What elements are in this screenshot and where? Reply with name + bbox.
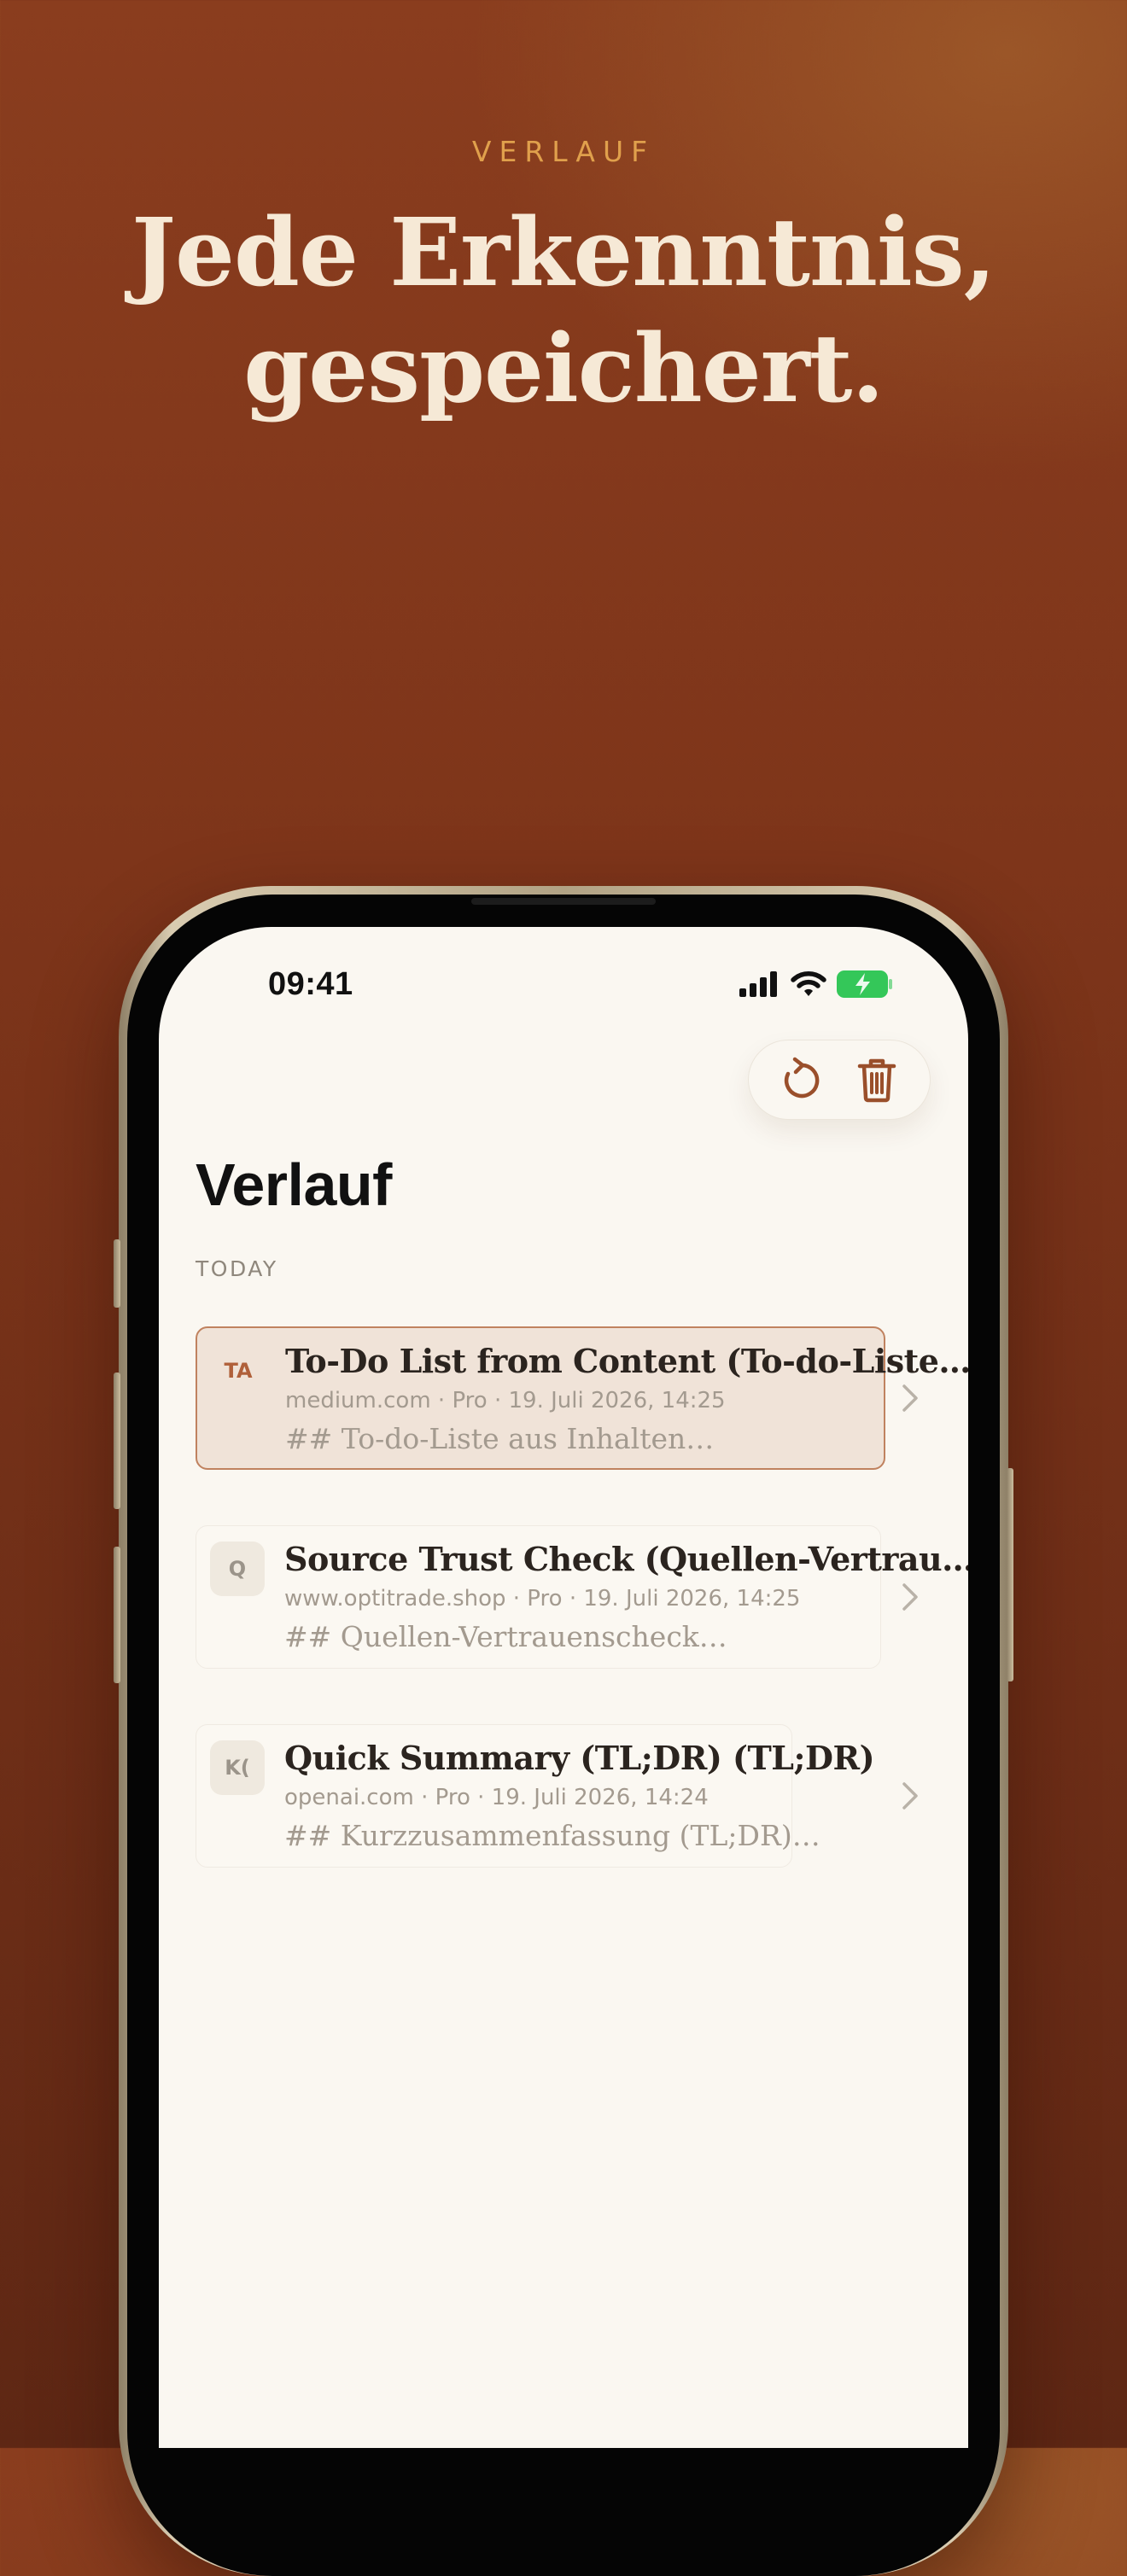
section-label-today: TODAY <box>196 1256 278 1281</box>
phone-speaker-notch <box>471 898 656 905</box>
status-icons <box>739 970 893 999</box>
chevron-right-icon <box>902 1583 918 1611</box>
history-avatar: Q <box>210 1542 265 1596</box>
delete-all-button[interactable] <box>851 1054 902 1105</box>
history-preview: ## Kurzzusammenfassung (TL;DR)… <box>284 1819 820 1852</box>
status-time: 09:41 <box>268 966 353 1002</box>
history-avatar: TA <box>224 1359 253 1383</box>
trash-icon <box>857 1058 896 1103</box>
app-screen: 09:41 Verlauf TODAY TA To-Do List from C… <box>159 927 968 2448</box>
phone-action-button <box>114 1239 120 1308</box>
toolbar-actions <box>748 1040 931 1120</box>
history-card[interactable]: K( Quick Summary (TL;DR) (TL;DR) openai.… <box>196 1724 875 1868</box>
history-card-selected[interactable]: TA To-Do List from Content (To-do-Liste…… <box>196 1326 968 1470</box>
promo-headline-line2: gespeichert. <box>243 313 885 423</box>
battery-charging-icon <box>837 970 892 998</box>
signal-icon <box>739 971 777 997</box>
phone-power-button <box>1007 1468 1013 1681</box>
phone-volume-up-button <box>114 1373 120 1509</box>
history-title: Source Trust Check (Quellen-Vertrau… <box>284 1540 968 1578</box>
history-row[interactable]: Q Source Trust Check (Quellen-Vertrau… w… <box>196 1525 968 1669</box>
history-title: To-Do List from Content (To-do-Liste… <box>285 1342 968 1380</box>
refresh-icon <box>784 1057 820 1099</box>
history-card[interactable]: Q Source Trust Check (Quellen-Vertrau… w… <box>196 1525 968 1669</box>
history-title: Quick Summary (TL;DR) (TL;DR) <box>284 1739 875 1777</box>
wifi-icon <box>791 971 826 996</box>
chevron-right-icon <box>902 1782 918 1810</box>
promo-eyebrow: VERLAUF <box>471 135 656 168</box>
history-meta: medium.com · Pro · 19. Juli 2026, 14:25 <box>285 1388 726 1413</box>
history-row[interactable]: TA To-Do List from Content (To-do-Liste…… <box>196 1326 968 1470</box>
page-title: Verlauf <box>196 1151 392 1218</box>
refresh-button[interactable] <box>776 1054 827 1105</box>
history-preview: ## To-do-Liste aus Inhalten… <box>285 1422 715 1455</box>
promo-headline: Jede Erkenntnis, gespeichert. <box>0 195 1127 427</box>
history-avatar: K( <box>210 1740 265 1795</box>
history-meta: openai.com · Pro · 19. Juli 2026, 14:24 <box>284 1785 709 1810</box>
phone-volume-down-button <box>114 1547 120 1683</box>
history-meta: www.optitrade.shop · Pro · 19. Juli 2026… <box>284 1586 801 1611</box>
chevron-right-icon <box>902 1384 918 1412</box>
promo-headline-line1: Jede Erkenntnis, <box>131 197 996 307</box>
history-preview: ## Quellen-Vertrauenscheck… <box>284 1620 727 1653</box>
history-row[interactable]: K( Quick Summary (TL;DR) (TL;DR) openai.… <box>196 1724 938 1868</box>
